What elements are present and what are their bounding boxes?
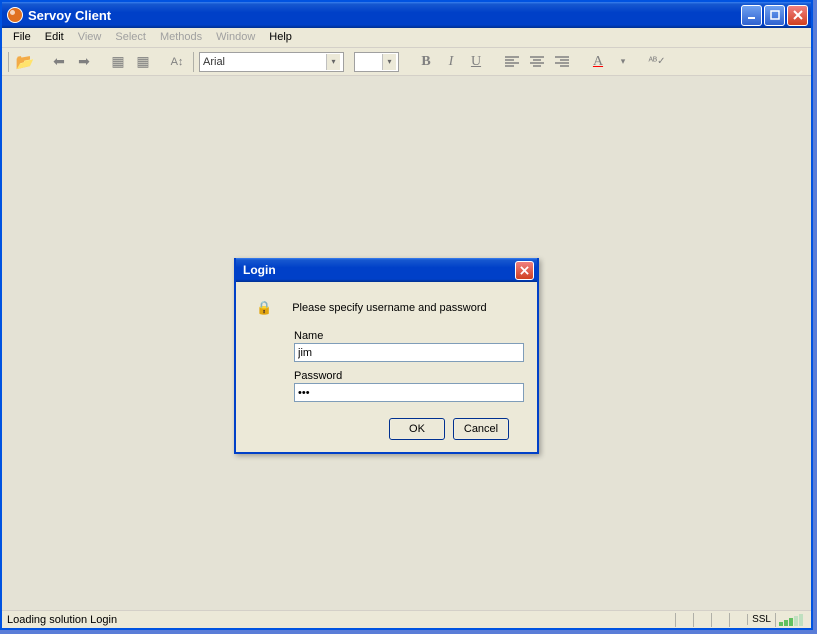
menu-select: Select [108, 28, 153, 47]
minimize-button[interactable] [741, 5, 762, 26]
menu-view: View [71, 28, 109, 47]
statusbar: Loading solution Login SSL [2, 610, 811, 628]
window-title: Servoy Client [28, 8, 741, 23]
italic-icon[interactable]: I [440, 51, 462, 73]
status-cell [675, 613, 693, 627]
dialog-close-button[interactable] [515, 261, 534, 280]
app-icon [7, 7, 23, 23]
menu-methods: Methods [153, 28, 209, 47]
align-left-icon[interactable] [501, 51, 523, 73]
close-button[interactable] [787, 5, 808, 26]
menu-window: Window [209, 28, 262, 47]
status-cell [711, 613, 729, 627]
menu-help[interactable]: Help [262, 28, 299, 47]
status-cell [693, 613, 711, 627]
lock-icon: 🔒 [256, 300, 272, 316]
forward-icon[interactable]: ➡ [73, 51, 95, 73]
main-window: Servoy Client File Edit View Select Meth… [0, 0, 813, 630]
password-label: Password [294, 370, 523, 382]
ok-button[interactable]: OK [389, 418, 445, 440]
font-name-value: Arial [203, 56, 225, 68]
dialog-titlebar: Login [236, 258, 537, 282]
signal-bars-icon [775, 613, 808, 627]
status-text: Loading solution Login [5, 614, 675, 626]
menubar: File Edit View Select Methods Window Hel… [2, 28, 811, 48]
font-color-dropdown-icon[interactable]: ▾ [612, 51, 634, 73]
dialog-prompt: Please specify username and password [292, 302, 486, 314]
toolbar: 📂 ⬅ ➡ ▦ ▦ A↕ Arial ▾ ▾ B I U [2, 48, 811, 76]
sort-icon[interactable]: A↕ [166, 51, 188, 73]
cancel-button[interactable]: Cancel [453, 418, 509, 440]
titlebar: Servoy Client [2, 2, 811, 28]
font-color-icon[interactable]: A [587, 51, 609, 73]
maximize-button[interactable] [764, 5, 785, 26]
dialog-title: Login [243, 263, 276, 277]
status-ssl: SSL [747, 614, 775, 625]
underline-icon[interactable]: U [465, 51, 487, 73]
back-icon[interactable]: ⬅ [48, 51, 70, 73]
chevron-down-icon: ▾ [382, 54, 396, 70]
font-size-select[interactable]: ▾ [354, 52, 399, 72]
bold-icon[interactable]: B [415, 51, 437, 73]
password-input[interactable] [294, 383, 524, 402]
name-label: Name [294, 330, 523, 342]
login-dialog: Login 🔒 Please specify username and pass… [234, 258, 539, 454]
status-cell [729, 613, 747, 627]
name-input[interactable] [294, 343, 524, 362]
menu-file[interactable]: File [6, 28, 38, 47]
chevron-down-icon: ▾ [326, 54, 340, 70]
print-icon[interactable]: ▦ [107, 51, 129, 73]
align-right-icon[interactable] [551, 51, 573, 73]
print-preview-icon[interactable]: ▦ [132, 51, 154, 73]
spellcheck-icon[interactable]: ᴬᴮ✓ [646, 51, 668, 73]
align-center-icon[interactable] [526, 51, 548, 73]
font-name-select[interactable]: Arial ▾ [199, 52, 344, 72]
menu-edit[interactable]: Edit [38, 28, 71, 47]
open-icon[interactable]: 📂 [14, 51, 36, 73]
